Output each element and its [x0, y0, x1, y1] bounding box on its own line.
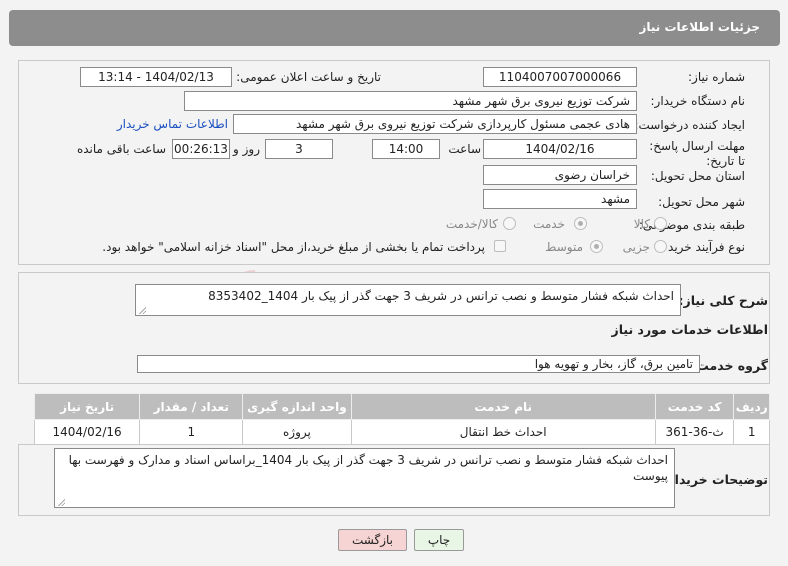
city-field: مشهد	[483, 189, 637, 209]
need-number-field: 1104007007000066	[483, 67, 637, 87]
service-group-field: تامین برق، گاز، بخار و تهویه هوا	[137, 355, 700, 373]
category-option-goods: کالا	[633, 217, 650, 231]
purchase-option-minor: جزیی	[622, 240, 650, 254]
buyer-notes-label: توضیحات خریدار:	[662, 472, 768, 487]
purchase-option-medium: متوسط	[545, 240, 583, 254]
category-radio-goods-service[interactable]	[503, 217, 516, 230]
cell-row-number: 1	[733, 419, 770, 445]
cell-quantity: 1	[139, 419, 244, 445]
services-section-title: اطلاعات خدمات مورد نیاز	[611, 322, 769, 337]
resize-grip-icon[interactable]	[57, 498, 65, 506]
city-label: شهر محل تحویل:	[658, 195, 745, 209]
buyer-org-label: نام دستگاه خریدار:	[650, 94, 746, 108]
announce-datetime-label: تاریخ و ساعت اعلان عمومی:	[236, 70, 381, 84]
table-row: 1 ث-36-361 احداث خط انتقال پروژه 1 1404/…	[33, 419, 770, 445]
purchase-radio-minor[interactable]	[654, 240, 667, 253]
cell-service-code: ث-36-361	[654, 419, 735, 445]
deadline-time-label: ساعت	[448, 142, 481, 156]
summary-textarea: احداث شبکه فشار متوسط و نصب ترانس در شری…	[135, 284, 681, 316]
category-radio-goods[interactable]	[654, 217, 667, 230]
page-title: جزئیات اطلاعات نیاز	[639, 20, 760, 34]
col-unit: واحد اندازه گیری	[242, 393, 352, 420]
creator-label: ایجاد کننده درخواست:	[634, 118, 745, 132]
province-field: خراسان رضوی	[483, 165, 637, 185]
col-service-name: نام خدمت	[350, 393, 656, 420]
remaining-time-field: 00:26:13	[172, 139, 230, 159]
treasury-checkbox[interactable]	[494, 240, 506, 252]
col-service-code: کد خدمت	[654, 393, 735, 420]
table-header-row: ردیف کد خدمت نام خدمت واحد اندازه گیری ت…	[33, 393, 770, 420]
deadline-date-field: 1404/02/16	[483, 139, 637, 159]
back-button[interactable]: بازگشت	[338, 529, 407, 551]
summary-label: شرح کلی نیاز:	[678, 293, 768, 308]
category-option-service: خدمت	[533, 217, 565, 231]
summary-text: احداث شبکه فشار متوسط و نصب ترانس در شری…	[208, 289, 674, 303]
category-option-goods-service: کالا/خدمت	[445, 217, 498, 231]
contact-buyer-link[interactable]: اطلاعات تماس خریدار	[117, 117, 228, 131]
buyer-notes-text: احداث شبکه فشار متوسط و نصب ترانس در شری…	[68, 453, 668, 483]
print-button[interactable]: چاپ	[414, 529, 464, 551]
resize-grip-icon[interactable]	[138, 306, 146, 314]
province-label: استان محل تحویل:	[650, 169, 745, 183]
deadline-label: مهلت ارسال پاسخ: تا تاریخ:	[649, 139, 745, 168]
cell-need-date: 1404/02/16	[33, 419, 141, 445]
services-table: ردیف کد خدمت نام خدمت واحد اندازه گیری ت…	[33, 393, 770, 445]
cell-unit: پروژه	[242, 419, 352, 445]
category-radio-service[interactable]	[574, 217, 587, 230]
col-row-number: ردیف	[733, 393, 770, 420]
buyer-org-field: شرکت توزیع نیروی برق شهر مشهد	[184, 91, 637, 111]
purchase-radio-medium[interactable]	[590, 240, 603, 253]
announce-datetime-field: 1404/02/13 - 13:14	[80, 67, 232, 87]
buyer-notes-textarea: احداث شبکه فشار متوسط و نصب ترانس در شری…	[54, 448, 675, 508]
deadline-time-field: 14:00	[372, 139, 440, 159]
treasury-note: پرداخت تمام یا بخشی از مبلغ خرید،از محل …	[102, 240, 485, 254]
need-number-label: شماره نیاز:	[688, 70, 745, 84]
days-label: روز و	[233, 142, 260, 156]
service-group-label: گروه خدمت:	[691, 358, 768, 373]
col-need-date: تاریخ نیاز	[33, 393, 141, 420]
days-field: 3	[265, 139, 333, 159]
creator-field: هادی عجمی مسئول کارپردازی شرکت توزیع نیر…	[233, 114, 637, 134]
remaining-label: ساعت باقی مانده	[76, 142, 166, 156]
page-header: جزئیات اطلاعات نیاز	[9, 10, 780, 46]
col-quantity: تعداد / مقدار	[139, 393, 244, 420]
cell-service-name: احداث خط انتقال	[350, 419, 656, 445]
purchase-type-label: نوع فرآیند خرید :	[660, 240, 745, 254]
